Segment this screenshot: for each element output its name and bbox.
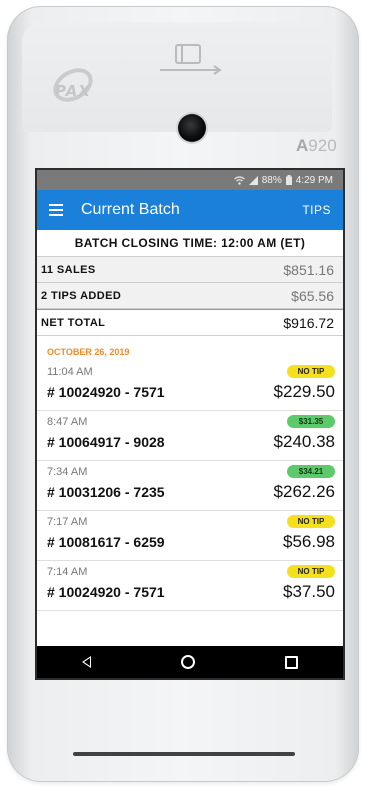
wifi-icon xyxy=(233,175,245,185)
tips-button[interactable]: TIPS xyxy=(302,203,331,217)
menu-icon[interactable] xyxy=(49,204,63,216)
status-time: 4:29 PM xyxy=(295,174,333,186)
transaction-row[interactable]: 7:34 AM $34.21 # 10031206 - 7235 $262.26 xyxy=(37,461,343,511)
tip-badge: NO TIP xyxy=(287,515,335,528)
android-nav-bar xyxy=(37,646,343,678)
transaction-row[interactable]: 8:47 AM $31.35 # 10064917 - 9028 $240.38 xyxy=(37,411,343,461)
terminal-screen: 88% 4:29 PM Current Batch TIPS BATCH CLO… xyxy=(37,170,343,678)
signal-icon xyxy=(248,175,258,185)
transaction-amount: $56.98 xyxy=(283,532,335,551)
transaction-row[interactable]: 11:04 AM NO TIP # 10024920 - 7571 $229.5… xyxy=(37,361,343,411)
summary-label: 2 TIPS ADDED xyxy=(41,289,122,302)
transaction-number: # 10024920 - 7571 xyxy=(47,584,165,600)
summary-row-net-total: NET TOTAL $916.72 xyxy=(37,309,343,336)
camera-icon xyxy=(178,114,206,142)
device-bottom-bar xyxy=(73,752,295,756)
transaction-amount: $37.50 xyxy=(283,582,335,601)
summary-label: NET TOTAL xyxy=(41,316,106,329)
transaction-amount: $240.38 xyxy=(273,432,335,451)
card-reader-icon xyxy=(160,44,222,75)
app-bar: Current Batch TIPS xyxy=(37,190,343,230)
transaction-time: 11:04 AM xyxy=(47,365,93,378)
transaction-time: 7:17 AM xyxy=(47,515,88,528)
summary-row-tips: 2 TIPS ADDED $65.56 xyxy=(37,283,343,309)
date-header: OCTOBER 26, 2019 xyxy=(47,347,130,357)
model-label: A920 xyxy=(296,136,337,155)
summary-value: $65.56 xyxy=(291,287,334,304)
transaction-number: # 10081617 - 6259 xyxy=(47,534,165,550)
tip-badge: $31.35 xyxy=(287,415,335,428)
home-icon[interactable] xyxy=(181,655,195,669)
transaction-list: OCTOBER 26, 2019 11:04 AM NO TIP # 10024… xyxy=(37,336,343,611)
pax-logo: PAX xyxy=(55,82,91,100)
batch-closing-time: BATCH CLOSING TIME: 12:00 AM (ET) xyxy=(37,230,343,257)
transaction-amount: $229.50 xyxy=(273,382,335,401)
back-icon[interactable] xyxy=(82,656,91,668)
tip-badge: NO TIP xyxy=(287,365,335,378)
summary-row-sales: 11 SALES $851.16 xyxy=(37,257,343,283)
tip-badge: NO TIP xyxy=(287,565,335,578)
recents-icon[interactable] xyxy=(285,655,298,669)
transaction-number: # 10024920 - 7571 xyxy=(47,384,165,400)
summary-label: 11 SALES xyxy=(41,263,96,276)
transaction-amount: $262.26 xyxy=(273,482,335,501)
summary-value: $851.16 xyxy=(283,261,334,278)
transaction-number: # 10031206 - 7235 xyxy=(47,484,165,500)
transaction-row[interactable]: 7:17 AM NO TIP # 10081617 - 6259 $56.98 xyxy=(37,511,343,561)
battery-percent: 88% xyxy=(261,174,282,186)
transaction-time: 7:14 AM xyxy=(47,565,88,578)
tip-badge: $34.21 xyxy=(287,465,335,478)
status-bar: 88% 4:29 PM xyxy=(37,170,343,190)
battery-icon xyxy=(285,175,292,185)
page-title: Current Batch xyxy=(81,201,180,218)
transaction-time: 7:34 AM xyxy=(47,465,88,478)
transaction-row[interactable]: 7:14 AM NO TIP # 10024920 - 7571 $37.50 xyxy=(37,561,343,611)
transaction-number: # 10064917 - 9028 xyxy=(47,434,165,450)
transaction-time: 8:47 AM xyxy=(47,415,88,428)
summary-value: $916.72 xyxy=(283,314,334,331)
